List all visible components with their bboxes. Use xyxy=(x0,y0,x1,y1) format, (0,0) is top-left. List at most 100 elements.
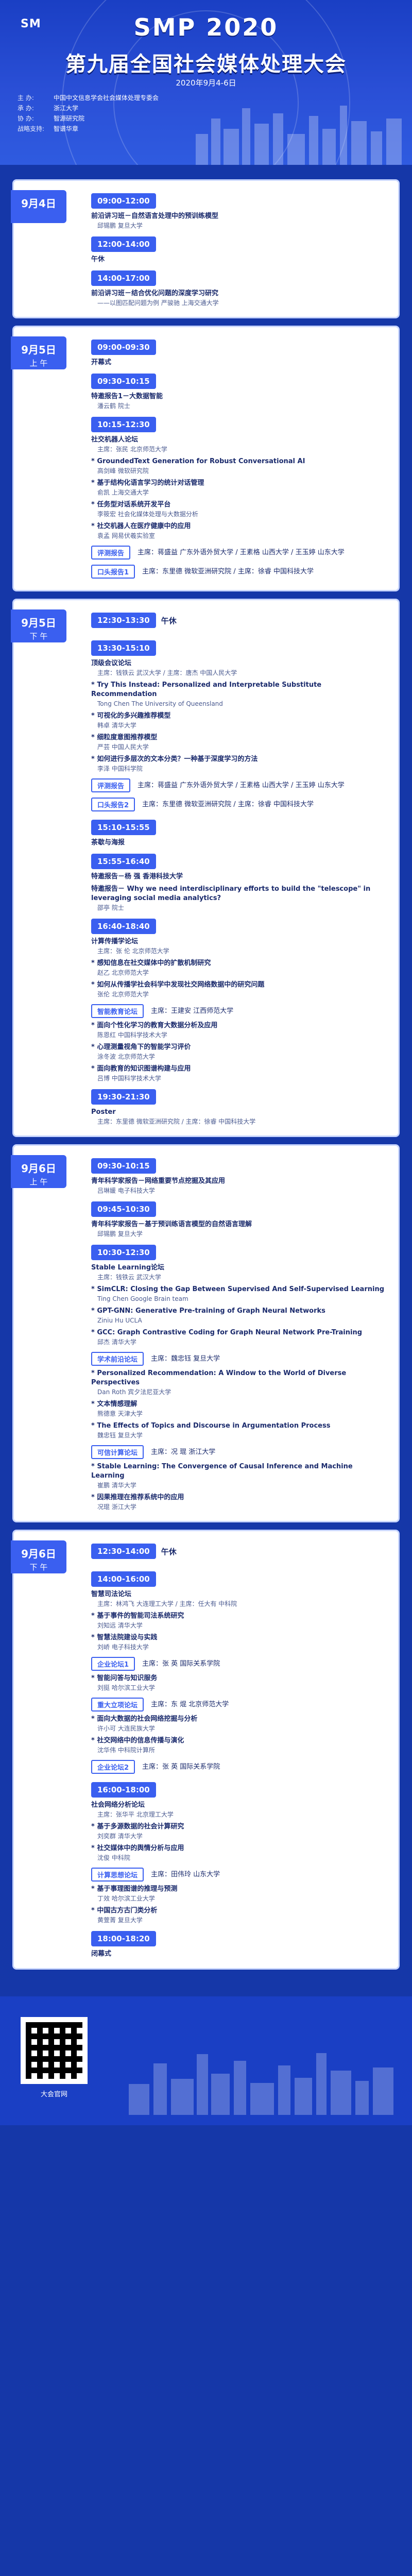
day-date: 9月5日 xyxy=(21,617,56,629)
agenda-speaker: 潘云鹤 院士 xyxy=(97,402,130,410)
agenda-item: * 感知信息在社交媒体中的扩散机制研究 赵乙 北京师范大学 xyxy=(91,959,387,977)
agenda-title: 特邀报告1－大数据智能 xyxy=(91,393,163,400)
organizer-row: 承 办: 浙江大学 xyxy=(18,103,159,113)
time-badge: 12:00-14:00 xyxy=(91,236,156,252)
agenda-title: 青年科学家报告－基于预训练语言模型的自然语言理解 xyxy=(91,1221,252,1228)
day-date: 9月5日 xyxy=(21,344,56,356)
agenda-speaker: 吕琳媛 电子科技大学 xyxy=(97,1187,155,1194)
day-date: 9月6日 xyxy=(21,1162,56,1175)
agenda-title: 特邀报告－ Why we need interdisciplinary effo… xyxy=(91,885,371,902)
agenda-speaker: 李泽 中国科学院 xyxy=(97,765,143,772)
session-chairs: 主席：东里德 微软亚洲研究院 / 主席：徐睿 中国科技大学 xyxy=(142,567,314,575)
event-brand: SMP 2020 xyxy=(133,13,279,41)
agenda-speaker: Dan Roth 宾夕法尼亚大学 xyxy=(97,1388,171,1396)
time-badge: 09:00-09:30 xyxy=(91,340,156,355)
organizer-name: 智源研究院 xyxy=(54,115,85,122)
agenda-item: 智慧司法论坛 主席：林鸿飞 大连理工大学 / 主席：任大有 中科院 xyxy=(91,1590,387,1608)
agenda-item: * Stable Learning: The Convergence of Ca… xyxy=(91,1462,387,1490)
organizers-list: 主 办: 中国中文信息学会社会媒体处理专委会承 办: 浙江大学协 办: 智源研究院 战略… xyxy=(18,93,159,134)
agenda-title: 计算传播学论坛 xyxy=(91,938,139,945)
break-label: 午休 xyxy=(161,1547,177,1556)
agenda-title: 特邀报告－杨 强 香港科技大学 xyxy=(91,873,183,880)
agenda-item: 青年科学家报告－网络重要节点挖掘及其应用 吕琳媛 电子科技大学 xyxy=(91,1177,387,1195)
agenda-item: Poster 主席：东里德 微软亚洲研究院 / 主席：徐睿 中国科技大学 xyxy=(91,1108,387,1126)
qr-pattern xyxy=(26,2022,82,2079)
agenda-speaker: 邵亭 院士 xyxy=(97,904,124,911)
day-period: 下 午 xyxy=(29,632,48,641)
agenda-speaker: 俞凯 上海交通大学 xyxy=(97,489,149,496)
session-header: 企业论坛2 主席：张 英 国际关系学院 xyxy=(91,1760,387,1774)
agenda-speaker: 吕博 中国科学技术大学 xyxy=(97,1075,161,1082)
city-skyline xyxy=(191,103,407,165)
day-period: 上 午 xyxy=(29,1177,48,1187)
agenda-item: 午休 xyxy=(91,255,387,264)
agenda-speaker: 袁孟 网易伏羲实验室 xyxy=(97,532,155,539)
time-badge: 12:30-14:00 xyxy=(91,1544,156,1559)
footer-skyline xyxy=(129,2048,397,2115)
agenda-title: * The Effects of Topics and Discourse in… xyxy=(91,1422,331,1430)
agenda-speaker: 刘峤 电子科技大学 xyxy=(97,1643,149,1651)
time-badge: 15:10-15:55 xyxy=(91,820,156,835)
day-badge: 9月5日下 午 xyxy=(11,609,66,642)
session-tag: 评测报告 xyxy=(91,546,131,560)
agenda-title: * 可视化的多兴趣推荐模型 xyxy=(91,712,171,720)
time-badge: 09:30-10:15 xyxy=(91,374,156,389)
agenda-item: 社交机器人论坛 主席：张民 北京师范大学 xyxy=(91,435,387,454)
session-chairs: 主席：王建安 江西师范大学 xyxy=(151,1007,234,1015)
time-badge: 14:00-16:00 xyxy=(91,1571,156,1587)
agenda-item: * GPT-GNN: Generative Pre-training of Gr… xyxy=(91,1307,387,1325)
agenda-title: * 如何进行多层次的文本分类？一种基于深度学习的方法 xyxy=(91,755,258,763)
agenda-speaker: 韩卓 清华大学 xyxy=(97,722,136,729)
agenda-title: * GroundedText Generation for Robust Con… xyxy=(91,457,305,465)
day-badge: 9月4日 xyxy=(11,190,66,223)
agenda-item: 青年科学家报告－基于预训练语言模型的自然语言理解 邱锡鹏 复旦大学 xyxy=(91,1220,387,1239)
day-card: 9月6日下 午 12:30-14:00 午休 14:00-16:00 智慧司法论坛 主席：… xyxy=(11,1530,400,1970)
time-badge: 19:30-21:30 xyxy=(91,1089,156,1105)
organizer-role: 承 办: xyxy=(18,105,34,112)
agenda-item: * 面向教育的知识图谱构建与应用 吕博 中国科学技术大学 xyxy=(91,1064,387,1083)
agenda-item: * SimCLR: Closing the Gap Between Superv… xyxy=(91,1285,387,1303)
session-header: 口头报告1 主席：东里德 微软亚洲研究院 / 主席：徐睿 中国科技大学 xyxy=(91,565,387,579)
agenda-speaker: Ziniu Hu UCLA xyxy=(97,1317,142,1324)
agenda-item: * The Effects of Topics and Discourse in… xyxy=(91,1421,387,1440)
agenda-speaker: 刘知远 清华大学 xyxy=(97,1622,143,1629)
agenda-item: 特邀报告1－大数据智能潘云鹤 院士 xyxy=(91,392,387,411)
agenda-title: 午休 xyxy=(91,256,105,263)
footer: 大会官网 xyxy=(0,1996,412,2125)
agenda-speaker: 魏忠钰 复旦大学 xyxy=(97,1432,143,1439)
session-header: 重大立项论坛 主席：东 焜 北京师范大学 xyxy=(91,1698,387,1711)
agenda-item: * 细粒度意图推荐模型 严芸 中国人民大学 xyxy=(91,733,387,752)
agenda-item: * 任务型对话系统开发平台 李筱宏 社会化媒体处理与大数据分析 xyxy=(91,500,387,519)
agenda-speaker: 黄萱菁 复旦大学 xyxy=(97,1917,143,1924)
time-badge: 13:30-15:10 xyxy=(91,640,156,656)
organizer-name: 中国中文信息学会社会媒体处理专委会 xyxy=(54,94,159,101)
agenda-title: * GPT-GNN: Generative Pre-training of Gr… xyxy=(91,1307,325,1315)
organizer-row: 协 办: 智源研究院 xyxy=(18,113,159,124)
agenda-item: * 如何从传播学社会科学中发现社交网络数据中的研究问题 张伦 北京师范大学 xyxy=(91,980,387,999)
qr-code[interactable]: 大会官网 xyxy=(21,2017,88,2098)
agenda-speaker: Tong Chen The University of Queensland xyxy=(97,700,223,707)
agenda-title: Stable Learning论坛 xyxy=(91,1264,165,1272)
agenda-item: * 可视化的多兴趣推荐模型韩卓 清华大学 xyxy=(91,711,387,730)
agenda-title: * Stable Learning: The Convergence of Ca… xyxy=(91,1463,353,1480)
agenda-item: * 因果推理在推荐系统中的应用 况琨 浙江大学 xyxy=(91,1493,387,1512)
session-tag: 计算思想论坛 xyxy=(91,1868,144,1882)
agenda-title: 闭幕式 xyxy=(91,1950,112,1958)
session-chairs: 主席：东里德 微软亚洲研究院 / 主席：徐睿 中国科技大学 xyxy=(97,1118,256,1125)
agenda-title: * 面向个性化学习的教育大数据分析及应用 xyxy=(91,1022,218,1029)
agenda-title: * 基于事件的智能司法系统研究 xyxy=(91,1612,184,1620)
agenda-speaker: 陈恩红 中国科学技术大学 xyxy=(97,1031,167,1039)
agenda-item: 前沿讲习班－结合优化问题的深度学习研究 ——以图匹配问题为例 严骏驰 上海交通大学 xyxy=(91,289,387,308)
agenda-item: * 文本情感理解 熊德意 天津大学 xyxy=(91,1400,387,1418)
agenda-title: * 心理测量视角下的智能学习评价 xyxy=(91,1043,191,1051)
break-row: 12:30-14:00 午休 xyxy=(91,1544,387,1559)
agenda-speaker: 丁效 哈尔滨工业大学 xyxy=(97,1895,155,1902)
agenda-speaker: 许小可 大连民族大学 xyxy=(97,1725,155,1732)
agenda-item: 计算传播学论坛 主席：张 伦 北京师范大学 xyxy=(91,937,387,956)
agenda-title: Poster xyxy=(91,1108,116,1116)
organizer-name: 智谱华章 xyxy=(54,125,79,132)
agenda-speaker: Ting Chen Google Brain team xyxy=(97,1295,188,1302)
session-header: 智能教育论坛 主席：王建安 江西师范大学 xyxy=(91,1004,387,1018)
agenda-speaker: 高剑峰 微软研究院 xyxy=(97,467,149,474)
agenda-title: 前沿讲习班－自然语言处理中的预训练模型 xyxy=(91,212,219,220)
